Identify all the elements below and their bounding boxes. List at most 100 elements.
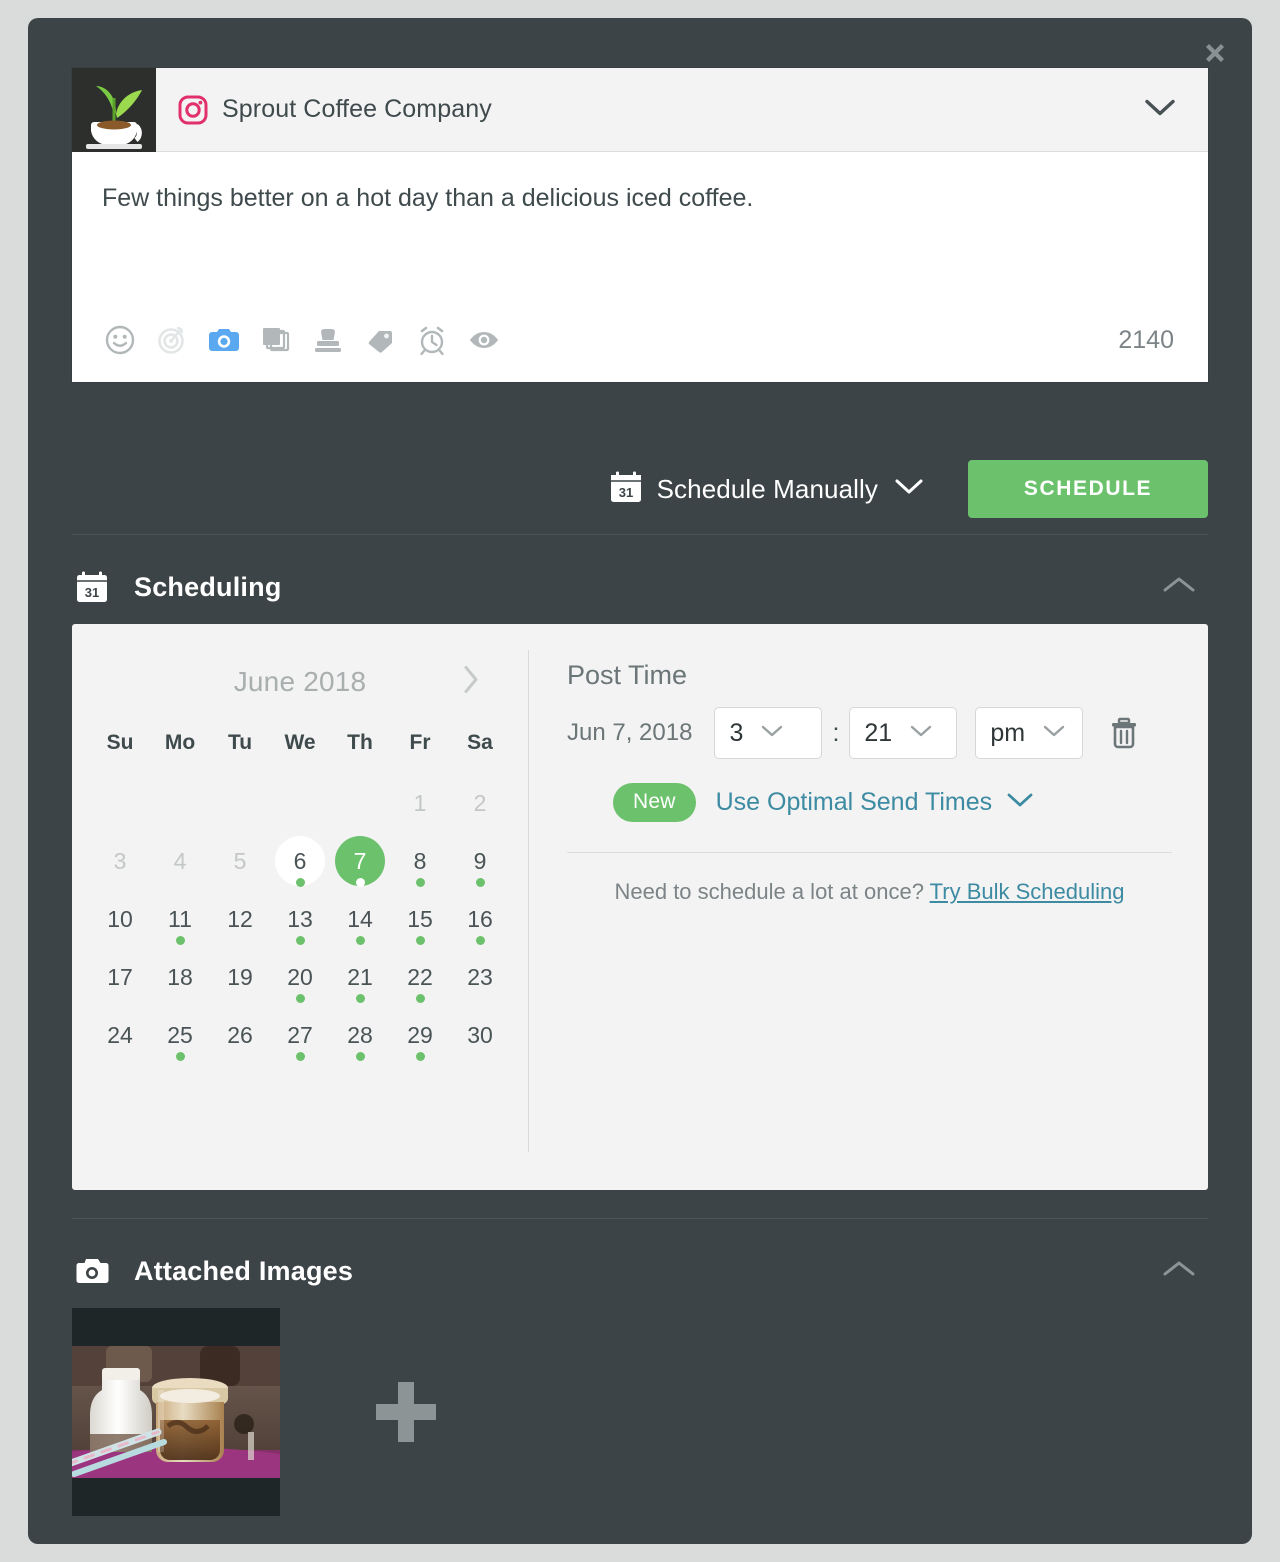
chevron-down-icon[interactable] xyxy=(1006,792,1034,813)
calendar-weekday: Tu xyxy=(227,731,253,754)
calendar-day-empty xyxy=(331,778,389,834)
calendar-day-dot xyxy=(355,994,365,1003)
target-icon[interactable] xyxy=(146,318,198,362)
message-input[interactable]: Few things better on a hot day than a de… xyxy=(72,182,1208,312)
new-badge: New xyxy=(613,783,696,822)
attached-images-section-header[interactable]: Attached Images xyxy=(72,1242,1208,1300)
calendar-day-dot xyxy=(295,936,305,945)
calendar-day-16[interactable]: 16 xyxy=(451,894,509,950)
calendar-day-19[interactable]: 19 xyxy=(211,952,269,1008)
calendar-day-7[interactable]: 7 xyxy=(331,836,389,892)
calendar-day-2: 2 xyxy=(451,778,509,834)
schedule-mode-label: Schedule Manually xyxy=(656,473,878,504)
attached-images-list xyxy=(72,1308,1208,1516)
sprout-coffee-avatar xyxy=(72,67,156,152)
calendar-day-15[interactable]: 15 xyxy=(391,894,449,950)
calendar-day-24[interactable]: 24 xyxy=(91,1010,149,1066)
trash-icon[interactable] xyxy=(1109,717,1139,749)
calendar-day-dot xyxy=(355,1052,365,1061)
camera-icon[interactable] xyxy=(198,318,250,362)
chevron-right-icon[interactable] xyxy=(456,659,486,706)
minute-select[interactable]: 21 xyxy=(849,707,958,759)
calendar-day-dot xyxy=(415,936,425,945)
calendar-day-25[interactable]: 25 xyxy=(151,1010,209,1066)
calendar-day-29[interactable]: 29 xyxy=(391,1010,449,1066)
layers-icon[interactable] xyxy=(250,318,302,362)
calendar-day-number: 24 xyxy=(107,1022,133,1048)
calendar-day-empty xyxy=(91,778,149,834)
optimal-send-times-link[interactable]: Use Optimal Send Times xyxy=(716,788,993,817)
divider-scheduling xyxy=(72,534,1208,535)
iced-coffee-thumbnail[interactable] xyxy=(72,1308,280,1516)
calendar-day-dot xyxy=(415,878,425,887)
meridiem-select[interactable]: pm xyxy=(975,707,1084,759)
calendar-day-number xyxy=(335,778,385,828)
thumbnail-photo xyxy=(72,1346,280,1478)
stamp-icon[interactable] xyxy=(302,318,354,362)
calendar-day-number: 12 xyxy=(227,906,253,932)
calendar-day-dot xyxy=(295,1052,305,1061)
scheduling-section-header[interactable]: 31 Scheduling xyxy=(72,558,1208,616)
calendar-week-row: 17 18 19 20 21 22 23 xyxy=(90,951,510,1009)
eye-icon[interactable] xyxy=(458,318,510,362)
chevron-down-icon xyxy=(894,478,924,501)
calendar-day-dot xyxy=(355,878,365,887)
calendar-day-14[interactable]: 14 xyxy=(331,894,389,950)
calendar-day-number xyxy=(95,778,145,828)
post-time-panel: Post Time Jun 7, 2018 3 : 21 pm New Use … xyxy=(529,624,1208,1190)
calendar-weekday: We xyxy=(284,731,316,754)
alarm-icon[interactable] xyxy=(406,318,458,362)
plus-icon[interactable] xyxy=(376,1382,436,1442)
calendar-day-23[interactable]: 23 xyxy=(451,952,509,1008)
scheduling-panel: June 2018 Su Mo Tu We Th Fr Sa 1 2 3 4 5 6 7 8 9 10 11 12… xyxy=(72,624,1208,1190)
calendar-day-number: 3 xyxy=(113,848,127,874)
calendar-day-dot xyxy=(175,1052,185,1061)
time-separator: : xyxy=(832,718,840,747)
calendar-day-22[interactable]: 22 xyxy=(391,952,449,1008)
page-root: Sprout Coffee Company Few things better … xyxy=(0,0,1280,1562)
calendar-day-dot xyxy=(355,936,365,945)
tag-icon[interactable] xyxy=(354,318,406,362)
character-counter: 2140 xyxy=(1118,325,1174,354)
calendar-day-12[interactable]: 12 xyxy=(211,894,269,950)
calendar-day-21[interactable]: 21 xyxy=(331,952,389,1008)
calendar-day-30[interactable]: 30 xyxy=(451,1010,509,1066)
calendar-day-26[interactable]: 26 xyxy=(211,1010,269,1066)
bulk-scheduling-link[interactable]: Try Bulk Scheduling xyxy=(930,879,1125,904)
calendar-day-18[interactable]: 18 xyxy=(151,952,209,1008)
calendar-31-icon: 31 xyxy=(72,570,112,604)
chevron-down-icon[interactable] xyxy=(1144,97,1176,122)
calendar-day-17[interactable]: 17 xyxy=(91,952,149,1008)
calendar-day-empty xyxy=(151,778,209,834)
action-row: 31 Schedule Manually SCHEDULE xyxy=(72,446,1208,532)
close-icon[interactable] xyxy=(1198,36,1232,70)
schedule-button[interactable]: SCHEDULE xyxy=(968,460,1208,518)
emoji-icon[interactable] xyxy=(94,318,146,362)
calendar-day-9[interactable]: 9 xyxy=(451,836,509,892)
calendar-day-8[interactable]: 8 xyxy=(391,836,449,892)
calendar-day-number: 30 xyxy=(467,1022,493,1048)
calendar-day-20[interactable]: 20 xyxy=(271,952,329,1008)
calendar-day-13[interactable]: 13 xyxy=(271,894,329,950)
calendar-day-number xyxy=(275,778,325,828)
calendar-day-10[interactable]: 10 xyxy=(91,894,149,950)
calendar-day-number: 17 xyxy=(107,964,133,990)
schedule-mode-dropdown[interactable]: 31 Schedule Manually xyxy=(609,470,924,509)
calendar-day-number: 5 xyxy=(233,848,247,874)
hour-select[interactable]: 3 xyxy=(714,707,823,759)
calendar-day-28[interactable]: 28 xyxy=(331,1010,389,1066)
instagram-icon xyxy=(178,95,208,125)
calendar-day-27[interactable]: 27 xyxy=(271,1010,329,1066)
calendar-day-11[interactable]: 11 xyxy=(151,894,209,950)
calendar-day-dot xyxy=(295,878,305,887)
chevron-up-icon[interactable] xyxy=(1162,1259,1208,1284)
chevron-down-icon xyxy=(1043,724,1065,743)
composer-body: Few things better on a hot day than a de… xyxy=(72,152,1208,382)
scheduling-title: Scheduling xyxy=(134,571,282,602)
hour-value: 3 xyxy=(729,718,744,747)
optimal-send-times-row: New Use Optimal Send Times xyxy=(613,783,1172,822)
calendar-weekday: Su xyxy=(106,731,134,754)
chevron-up-icon[interactable] xyxy=(1162,575,1208,600)
calendar-day-6[interactable]: 6 xyxy=(271,836,329,892)
calendar-header: June 2018 xyxy=(72,656,528,708)
